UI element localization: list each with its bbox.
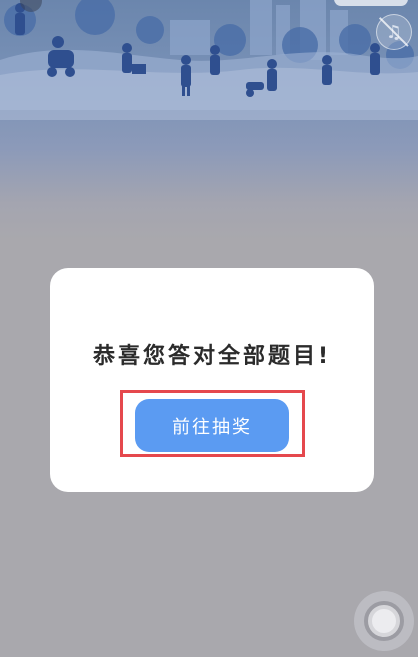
assistive-touch-core — [372, 609, 396, 633]
top-pill — [334, 0, 408, 6]
result-dialog: 恭喜您答对全部题目! 前往抽奖 — [50, 268, 374, 492]
music-toggle-button[interactable]: ♫ — [376, 14, 412, 50]
city-people-illustration — [0, 0, 418, 120]
header-banner: ♫ — [0, 0, 418, 240]
assistive-touch-icon — [364, 601, 404, 641]
floating-assistive-button[interactable] — [354, 591, 414, 651]
go-lottery-button[interactable]: 前往抽奖 — [135, 399, 289, 452]
dialog-title: 恭喜您答对全部题目! — [92, 344, 332, 369]
